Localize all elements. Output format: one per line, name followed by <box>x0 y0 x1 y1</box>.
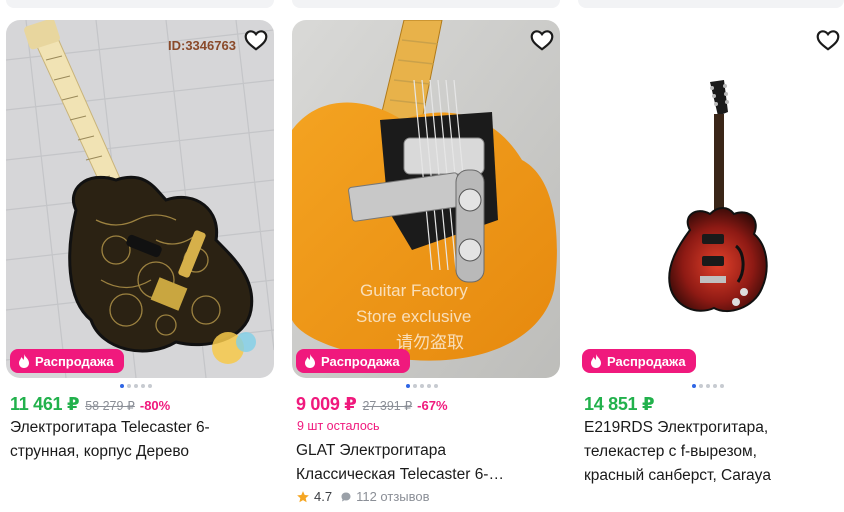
product-title-line: телекастер с f-вырезом, <box>584 443 757 460</box>
comment-bubble-icon <box>341 492 351 501</box>
old-price: 27 391 ₽ <box>362 399 413 413</box>
image-pagination-dots <box>120 384 152 388</box>
rating-value: 4.7 <box>314 489 333 504</box>
product-title[interactable]: E219RDS Электрогитара, телекастер с f-вы… <box>584 416 842 488</box>
sale-badge-label: Распродажа <box>321 353 400 369</box>
product-card[interactable]: Распродажа 14 851 ₽ E219RDS Электрогитар… <box>572 0 844 512</box>
sale-badge: Распродажа <box>296 349 410 373</box>
product-title-line: красный санберст, Caraya <box>584 467 772 484</box>
discount-percent: -80% <box>139 398 171 413</box>
heart-outline-icon <box>816 30 840 51</box>
star-icon <box>297 490 309 502</box>
sale-badge-label: Распродажа <box>35 353 114 369</box>
product-image[interactable]: ID:3346763 <box>6 20 274 378</box>
image-pagination-dots <box>406 384 438 388</box>
product-title[interactable]: Электрогитара Telecaster 6- струнная, ко… <box>10 416 275 464</box>
reviews-count[interactable]: 112 отзывов <box>356 489 429 504</box>
product-image[interactable] <box>578 20 844 378</box>
heart-outline-icon <box>530 30 554 51</box>
rating-row: 4.7 112 отзывов <box>296 489 430 504</box>
sale-badge: Распродажа <box>582 349 696 373</box>
product-image[interactable]: Guitar Factory Store exclusive 请勿盗取 <box>292 20 560 378</box>
product-title-line: струнная, корпус Дерево <box>10 443 190 460</box>
image-watermark: ID:3346763 <box>168 38 236 53</box>
favorite-button[interactable] <box>529 27 555 53</box>
price-row: 11 461 ₽ 58 279 ₽ -80% <box>10 394 170 415</box>
favorite-button[interactable] <box>815 27 841 53</box>
product-title-line: Классическая Telecaster 6-… <box>296 466 504 483</box>
flame-icon <box>305 354 315 368</box>
current-price: 9 009 ₽ <box>296 394 357 414</box>
sale-badge-label: Распродажа <box>607 353 686 369</box>
image-watermark: Guitar Factory <box>360 281 468 300</box>
price-row: 9 009 ₽ 27 391 ₽ -67% <box>296 394 448 415</box>
old-price: 58 279 ₽ <box>85 399 135 413</box>
flame-icon <box>591 354 601 368</box>
stock-remaining: 9 шт осталось <box>297 419 380 433</box>
favorite-button[interactable] <box>243 27 269 53</box>
flame-icon <box>19 354 29 368</box>
product-card[interactable]: Guitar Factory Store exclusive 请勿盗取 Расп… <box>286 0 566 512</box>
product-title[interactable]: GLAT Электрогитара Классическая Telecast… <box>296 439 561 487</box>
product-title-line: GLAT Электрогитара <box>296 442 447 459</box>
product-card[interactable]: ID:3346763 Распродажа 11 461 ₽ 58 279 ₽ … <box>0 0 280 512</box>
discount-percent: -67% <box>417 398 448 413</box>
image-pagination-dots <box>692 384 724 388</box>
current-price: 14 851 ₽ <box>584 394 655 414</box>
price-row: 14 851 ₽ <box>584 394 654 415</box>
current-price: 11 461 ₽ <box>10 394 80 414</box>
sale-badge: Распродажа <box>10 349 124 373</box>
heart-outline-icon <box>244 30 268 51</box>
product-title-line: E219RDS Электрогитара, <box>584 419 769 436</box>
image-watermark: Store exclusive <box>356 307 471 326</box>
product-title-line: Электрогитара Telecaster 6- <box>10 419 210 436</box>
